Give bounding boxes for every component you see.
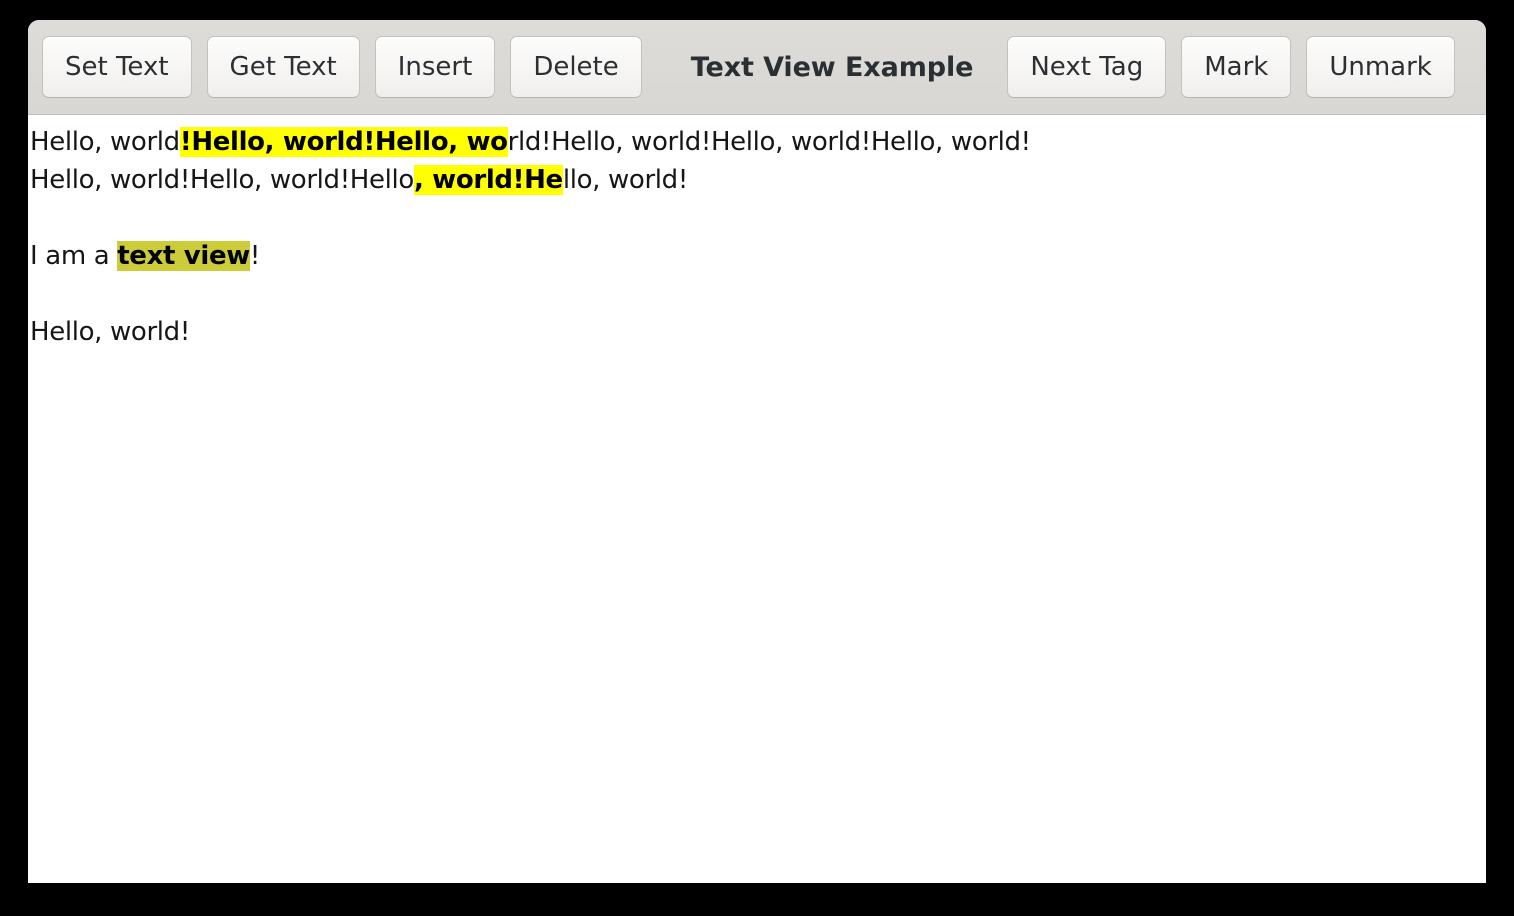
highlighted-text-olive: text view [117, 241, 250, 271]
unmark-button[interactable]: Unmark [1306, 36, 1455, 98]
plain-text: ! [249, 241, 260, 271]
plain-text: rld!Hello, world!Hello, world!Hello, wor… [507, 127, 1031, 157]
highlighted-text-bright: , world!He [413, 165, 563, 195]
get-text-button[interactable]: Get Text [206, 36, 360, 98]
header-bar: Set Text Get Text Insert Delete Text View E… [28, 20, 1486, 115]
text-line-4: I am a text view! [28, 237, 1486, 275]
text-line-5-blank [28, 275, 1486, 313]
next-tag-button[interactable]: Next Tag [1007, 36, 1167, 98]
window-title: Text View Example [690, 51, 974, 83]
close-icon [1485, 54, 1486, 80]
toolbar-left-group: Set Text Get Text Insert Delete [42, 36, 657, 98]
set-text-button[interactable]: Set Text [42, 36, 192, 98]
text-line-3-blank [28, 199, 1486, 237]
mark-button[interactable]: Mark [1181, 36, 1292, 98]
plain-text: I am a [30, 241, 118, 271]
insert-button[interactable]: Insert [374, 36, 496, 98]
plain-text: Hello, world [30, 127, 180, 157]
text-line-1: Hello, world!Hello, world!Hello, world!H… [28, 123, 1486, 161]
delete-button[interactable]: Delete [510, 36, 642, 98]
toolbar-right-buttons: Next Tag Mark Unmark [1007, 36, 1470, 98]
text-view[interactable]: Hello, world!Hello, world!Hello, world!H… [28, 115, 1486, 883]
close-button[interactable] [1470, 39, 1486, 95]
text-line-2: Hello, world!Hello, world!Hello, world!H… [28, 161, 1486, 199]
highlighted-text-bright: !Hello, world!Hello, wo [179, 127, 508, 157]
plain-text: Hello, world!Hello, world!Hello [30, 165, 414, 195]
application-window: Set Text Get Text Insert Delete Text View E… [28, 20, 1486, 883]
toolbar-right-group: Next Tag Mark Unmark [1007, 36, 1486, 98]
text-line-6: Hello, world! [28, 313, 1486, 351]
plain-text: Hello, world! [30, 317, 190, 347]
plain-text: llo, world! [562, 165, 688, 195]
